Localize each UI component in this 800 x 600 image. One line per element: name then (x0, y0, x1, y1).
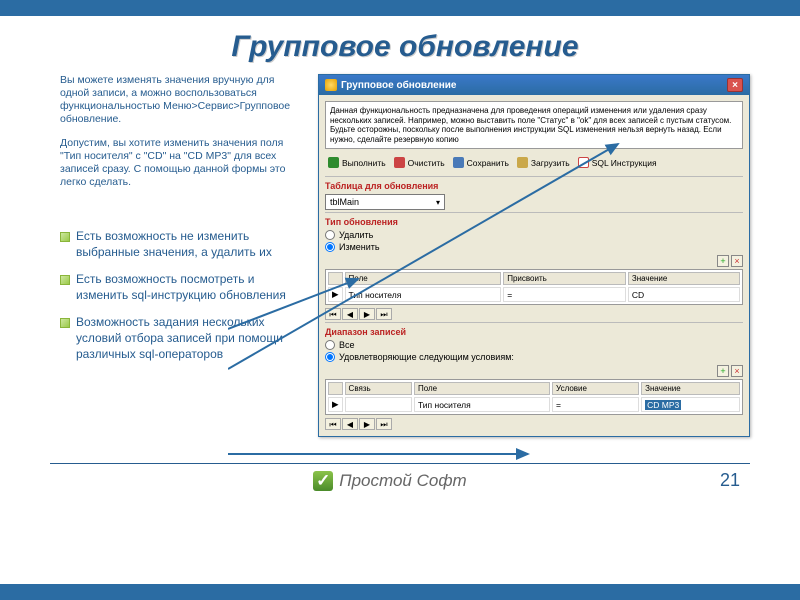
bullet-item: Есть возможность не изменить выбранные з… (60, 229, 300, 260)
bullet-item: Возможность задания нескольких условий о… (60, 315, 300, 362)
remove-row-icon[interactable]: × (731, 365, 743, 377)
load-button[interactable]: Загрузить (515, 156, 572, 169)
bullet-list: Есть возможность не изменить выбранные з… (60, 229, 300, 362)
toolbar: Выполнить Очистить Сохранить Загрузить S… (325, 153, 743, 174)
bottom-bar (0, 584, 800, 600)
save-icon (453, 157, 464, 168)
radio-delete[interactable]: Удалить (325, 230, 743, 240)
radio-all[interactable]: Все (325, 340, 743, 350)
slide-title: Групповое обновление (60, 30, 750, 64)
left-column: Вы можете изменять значения вручную для … (60, 74, 300, 437)
brand-logo: ✓ Простой Софт (313, 471, 466, 491)
table-row: ▶Тип носителя=CD MP3 (328, 397, 740, 412)
clear-button[interactable]: Очистить (392, 156, 447, 169)
save-button[interactable]: Сохранить (451, 156, 511, 169)
add-row-icon[interactable]: + (717, 365, 729, 377)
remove-row-icon[interactable]: × (731, 255, 743, 267)
top-bar (0, 0, 800, 16)
table-row: ▶Тип носителя=CD (328, 287, 740, 302)
update-grid[interactable]: ПолеПрисвоитьЗначение ▶Тип носителя=CD (325, 269, 743, 305)
section-table-label: Таблица для обновления (325, 181, 743, 191)
intro-paragraph-1: Вы можете изменять значения вручную для … (60, 74, 300, 127)
bullet-item: Есть возможность посмотреть и изменить s… (60, 272, 300, 303)
window-title: Групповое обновление (341, 80, 456, 91)
run-button[interactable]: Выполнить (326, 156, 388, 169)
app-window: Групповое обновление × Данная функционал… (318, 74, 750, 437)
brand-text: Простой Софт (339, 471, 466, 491)
radio-conditions[interactable]: Удовлетворяющие следующим условиям: (325, 352, 743, 362)
clear-icon (394, 157, 405, 168)
sql-button[interactable]: SQL Инструкция (576, 156, 659, 169)
grid-nav[interactable]: ⏮◀▶⏭ (325, 415, 743, 430)
section-type-label: Тип обновления (325, 217, 743, 227)
check-icon: ✓ (313, 471, 333, 491)
load-icon (517, 157, 528, 168)
sql-icon (578, 157, 589, 168)
condition-grid[interactable]: СвязьПолеУсловиеЗначение ▶Тип носителя=C… (325, 379, 743, 415)
close-icon[interactable]: × (727, 78, 743, 92)
add-row-icon[interactable]: + (717, 255, 729, 267)
section-range-label: Диапазон записей (325, 327, 743, 337)
page-number: 21 (720, 470, 740, 491)
info-box: Данная функциональность предназначена дл… (325, 101, 743, 149)
intro-paragraph-2: Допустим, вы хотите изменить значения по… (60, 137, 300, 190)
grid-nav[interactable]: ⏮◀▶⏭ (325, 305, 743, 320)
table-combo[interactable]: tblMain (325, 194, 445, 210)
window-titlebar: Групповое обновление × (319, 75, 749, 95)
footer: ✓ Простой Софт 21 (0, 464, 800, 491)
right-column: Групповое обновление × Данная функционал… (318, 74, 750, 437)
radio-change[interactable]: Изменить (325, 242, 743, 252)
play-icon (328, 157, 339, 168)
window-icon (325, 79, 337, 91)
